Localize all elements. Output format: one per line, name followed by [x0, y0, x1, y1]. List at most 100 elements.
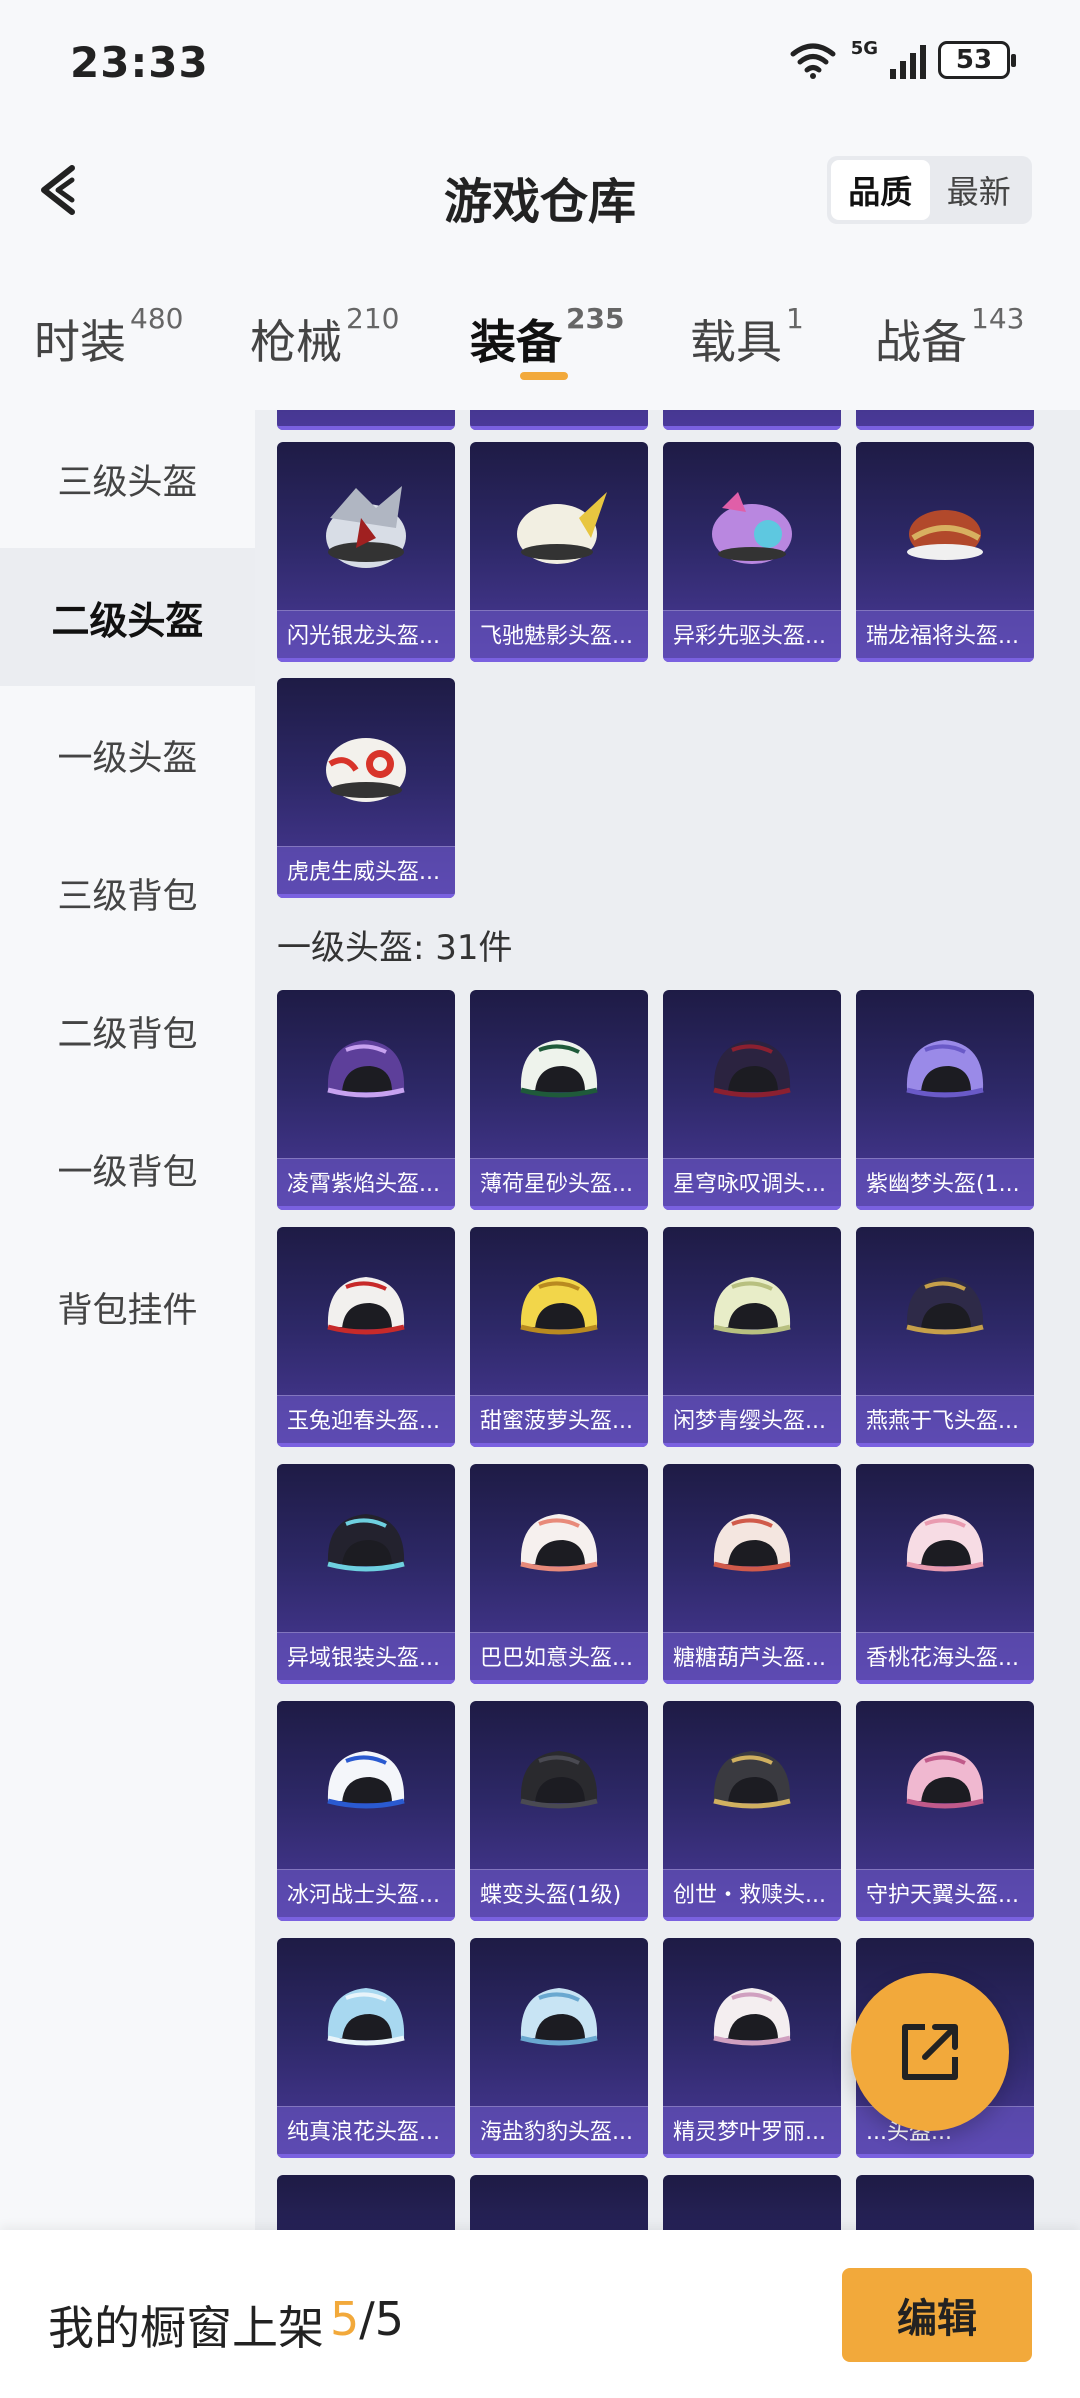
item-card[interactable] [663, 2175, 841, 2230]
sidebar-item-level2-helmet[interactable]: 二级头盔 [0, 548, 255, 686]
item-card[interactable]: 海盐豹豹头盔... [470, 1938, 648, 2158]
battery-indicator: 53 [938, 41, 1016, 79]
sidebar-item-level3-helmet[interactable]: 三级头盔 [0, 410, 255, 548]
sidebar-item-level2-backpack[interactable]: 二级背包 [0, 962, 255, 1100]
item-card[interactable] [663, 410, 841, 430]
signal-icon [890, 41, 926, 79]
helmet-icon [713, 1040, 791, 1098]
helmet-icon [906, 1514, 984, 1572]
share-fab[interactable] [851, 1973, 1009, 2131]
item-card[interactable] [470, 410, 648, 430]
item-name: 紫幽梦头盔(1... [856, 1158, 1034, 1210]
helmet-icon [520, 1040, 598, 1098]
sort-toggle: 品质 最新 [827, 156, 1032, 224]
item-card[interactable] [277, 410, 455, 430]
tab-vehicles[interactable]: 载具 1 [690, 302, 804, 372]
app-header: 游戏仓库 品质 最新 [0, 110, 1080, 270]
item-card[interactable]: 玉兔迎春头盔... [277, 1227, 455, 1447]
item-card[interactable]: 香桃花海头盔... [856, 1464, 1034, 1684]
item-name: 星穹咏叹调头... [663, 1158, 841, 1210]
item-name: 冰河战士头盔... [277, 1869, 455, 1921]
item-name: 香桃花海头盔... [856, 1632, 1034, 1684]
item-card[interactable]: 巴巴如意头盔... [470, 1464, 648, 1684]
item-card[interactable] [856, 410, 1034, 430]
item-name: 糖糖葫芦头盔... [663, 1632, 841, 1684]
item-name: 精灵梦叶罗丽... [663, 2106, 841, 2158]
item-card[interactable]: 异域银装头盔... [277, 1464, 455, 1684]
sort-quality-button[interactable]: 品质 [831, 160, 930, 220]
item-name: 守护天翼头盔... [856, 1869, 1034, 1921]
helmet-icon [713, 1988, 791, 2046]
item-card[interactable]: 蝶变头盔(1级) [470, 1701, 648, 1921]
helmet-icon [906, 1040, 984, 1098]
item-card[interactable]: 闲梦青缨头盔... [663, 1227, 841, 1447]
item-name: 玉兔迎春头盔... [277, 1395, 455, 1447]
helmet-icon [327, 1277, 405, 1335]
item-card[interactable]: 薄荷星砂头盔... [470, 990, 648, 1210]
item-name: 闲梦青缨头盔... [663, 1395, 841, 1447]
tab-fashion[interactable]: 时装 480 [34, 302, 183, 372]
item-name: 飞驰魅影头盔... [470, 610, 648, 662]
item-card[interactable]: 凌霄紫焰头盔... [277, 990, 455, 1210]
item-name: 瑞龙福将头盔... [856, 610, 1034, 662]
item-name: 创世・救赎头... [663, 1869, 841, 1921]
item-card[interactable]: 纯真浪花头盔... [277, 1938, 455, 2158]
helmet-icon [517, 492, 607, 564]
item-name: 异域银装头盔... [277, 1632, 455, 1684]
item-card[interactable]: 创世・救赎头... [663, 1701, 841, 1921]
helmet-icon [906, 1277, 984, 1335]
item-card[interactable]: 精灵梦叶罗丽... [663, 1938, 841, 2158]
item-card[interactable]: 虎虎生威头盔... [277, 678, 455, 898]
sidebar-item-level1-helmet[interactable]: 一级头盔 [0, 686, 255, 824]
item-card[interactable] [277, 2175, 455, 2230]
tab-supplies[interactable]: 战备 143 [875, 302, 1024, 372]
item-name: 闪光银龙头盔... [277, 610, 455, 662]
item-card[interactable]: 闪光银龙头盔... [277, 442, 455, 662]
item-name: 蝶变头盔(1级) [470, 1869, 648, 1921]
helmet-icon [907, 510, 983, 560]
item-card[interactable]: 糖糖葫芦头盔... [663, 1464, 841, 1684]
helmet-icon [520, 1751, 598, 1809]
item-name: 凌霄紫焰头盔... [277, 1158, 455, 1210]
helmet-icon [520, 1988, 598, 2046]
item-card[interactable] [470, 2175, 648, 2230]
sidebar-item-level3-backpack[interactable]: 三级背包 [0, 824, 255, 962]
item-card[interactable]: 守护天翼头盔... [856, 1701, 1034, 1921]
sidebar-item-backpack-charm[interactable]: 背包挂件 [0, 1238, 255, 1376]
helmet-icon [520, 1514, 598, 1572]
item-name: 纯真浪花头盔... [277, 2106, 455, 2158]
helmet-icon [713, 1514, 791, 1572]
item-card[interactable]: 燕燕于飞头盔... [856, 1227, 1034, 1447]
item-card[interactable]: 瑞龙福将头盔... [856, 442, 1034, 662]
item-name: 燕燕于飞头盔... [856, 1395, 1034, 1447]
helmet-icon [327, 1514, 405, 1572]
item-name: 海盐豹豹头盔... [470, 2106, 648, 2158]
tab-equipment[interactable]: 装备 235 [470, 302, 624, 372]
showcase-count: 5/5 [330, 2292, 405, 2346]
item-name: 甜蜜菠萝头盔... [470, 1395, 648, 1447]
status-time: 23:33 [70, 38, 209, 87]
helmet-icon [906, 1751, 984, 1809]
tab-firearms[interactable]: 枪械 210 [250, 302, 399, 372]
sort-latest-button[interactable]: 最新 [930, 160, 1029, 220]
helmet-icon [326, 738, 406, 802]
status-bar: 23:33 5G 53 [0, 0, 1080, 110]
item-name: 异彩先驱头盔... [663, 610, 841, 662]
share-icon [902, 2024, 958, 2080]
network-type: 5G [850, 37, 878, 59]
item-card[interactable]: 异彩先驱头盔... [663, 442, 841, 662]
item-card[interactable]: 紫幽梦头盔(1... [856, 990, 1034, 1210]
sidebar-item-level1-backpack[interactable]: 一级背包 [0, 1100, 255, 1238]
item-card[interactable] [856, 2175, 1034, 2230]
item-card[interactable]: 冰河战士头盔... [277, 1701, 455, 1921]
helmet-icon [326, 486, 406, 568]
bottom-bar: 我的橱窗上架 5/5 编辑 [0, 2230, 1080, 2398]
item-card[interactable]: 甜蜜菠萝头盔... [470, 1227, 648, 1447]
active-tab-indicator [520, 372, 568, 380]
item-card[interactable]: 星穹咏叹调头... [663, 990, 841, 1210]
item-card[interactable]: 飞驰魅影头盔... [470, 442, 648, 662]
wifi-icon [790, 43, 836, 79]
helmet-icon [327, 1988, 405, 2046]
edit-button[interactable]: 编辑 [842, 2268, 1032, 2362]
item-name: 薄荷星砂头盔... [470, 1158, 648, 1210]
